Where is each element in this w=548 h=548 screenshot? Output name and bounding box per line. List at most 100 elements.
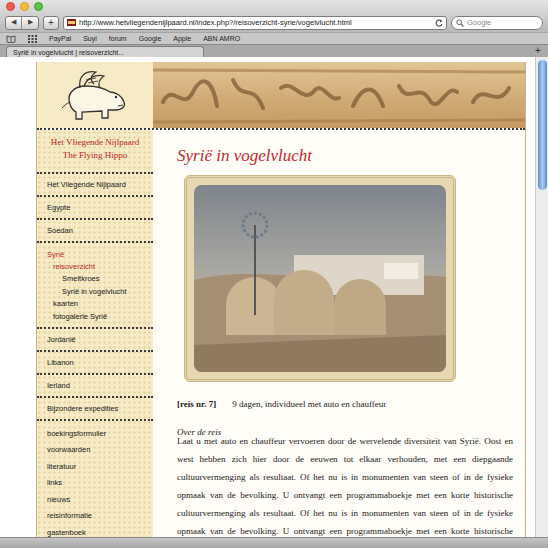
nav-section: Het Vliegende Nijlpaard	[37, 174, 153, 197]
nav-section: Egypte	[37, 197, 153, 220]
nav-section: SyriëreisoverzichtSmeltkroes Syrië in vog…	[37, 243, 153, 329]
relief-carving-icon	[153, 62, 525, 128]
nav-item-label[interactable]: boekingsformulier	[47, 428, 106, 439]
tab-bar: Syrië in vogelvlucht | reisoverzicht... +	[0, 44, 548, 57]
nav-item[interactable]: Het Vliegende Nijlpaard	[37, 174, 153, 195]
bookmark-item[interactable]: Apple	[173, 35, 191, 42]
nav-item[interactable]: links	[37, 475, 153, 492]
nav-section: Libanon	[37, 352, 153, 375]
nav-item-label[interactable]: nieuws	[47, 494, 70, 505]
nav-item-label[interactable]: reisoverzicht	[53, 261, 95, 272]
nav-item-label[interactable]: Soedan	[47, 225, 73, 236]
description-line: Laat u met auto en chauffeur vervoeren d…	[177, 432, 513, 450]
desert-cafe-photo	[194, 185, 446, 372]
bookmark-item[interactable]: Suyi	[83, 35, 97, 42]
trip-description: Laat u met auto en chauffeur vervoeren d…	[177, 432, 513, 537]
forward-button[interactable]: ▶	[22, 17, 38, 29]
trip-summary: 9 dagen, individueel met auto en chauffe…	[232, 398, 386, 410]
page-heading: Syrië in vogelvlucht	[177, 130, 513, 166]
tab-label[interactable]: Syrië in vogelvlucht | reisoverzicht...	[13, 49, 124, 56]
site-title-line: The Flying Hippo	[37, 149, 153, 162]
nav-section: Bijzondere expedities	[37, 398, 153, 421]
add-bookmark-button[interactable]: +	[43, 16, 59, 30]
nav-item-label[interactable]: Smeltkroes	[62, 273, 100, 284]
nav-item[interactable]: Bijzondere expedities	[37, 398, 153, 419]
photo-frame	[184, 175, 456, 382]
nav-item[interactable]: fotogalerie Syrië	[37, 310, 153, 322]
hippo-icon	[56, 66, 134, 124]
nav-item[interactable]: boekingsformulier	[37, 425, 153, 442]
site-title-line: Het Vliegende Nijlpaard	[37, 136, 153, 149]
trip-number: [reis nr. 7]	[177, 398, 216, 410]
site-container: Het Vliegende NijlpaardThe Flying HippoH…	[36, 62, 526, 537]
history-buttons: ◀▶	[5, 16, 39, 30]
description-line: opmaak van de bevolking. U ontvangt een …	[177, 486, 513, 504]
nav-item-label[interactable]: literatuur	[47, 461, 76, 472]
zoom-button[interactable]	[34, 2, 43, 11]
nav-item[interactable]: Egypte	[37, 197, 153, 218]
description-line: west hebben zich hier door de eeuwen tot…	[177, 450, 513, 468]
article: Syrië in vogelvlucht [reis nr. 7] 9 dagen,…	[153, 130, 525, 537]
bookmark-item[interactable]: Google	[139, 35, 162, 42]
browser-window: ◀▶ + http://www.hetvliegendenijlpaard.nl/i…	[0, 0, 548, 548]
nav-item-label[interactable]: Ierland	[47, 380, 70, 391]
url-text[interactable]: http://www.hetvliegendenijlpaard.nl/inde…	[79, 17, 432, 28]
trip-info: [reis nr. 7] 9 dagen, individueel met aut…	[177, 398, 513, 410]
nav-item[interactable]: Smeltkroes	[37, 273, 153, 285]
nav-item[interactable]: gastenboek	[37, 524, 153, 537]
back-button[interactable]: ◀	[6, 17, 22, 29]
nav-section: Soedan	[37, 220, 153, 243]
nav-item[interactable]: voorwaarden	[37, 442, 153, 459]
description-line: opmaak van de bevolking. U ontvangt een …	[177, 522, 513, 537]
top-sites-grid-icon	[28, 35, 37, 43]
nav-item-label[interactable]: fotogalerie Syrië	[53, 311, 107, 322]
magnifier-icon	[456, 19, 464, 27]
nav-item[interactable]: Soedan	[37, 220, 153, 241]
nav-item[interactable]: nieuws	[37, 491, 153, 508]
new-tab-button[interactable]: +	[532, 45, 544, 57]
nav-item-label[interactable]: gastenboek	[47, 527, 86, 537]
nav-item-label[interactable]: Egypte	[47, 202, 70, 213]
nav-section: Ierland	[37, 375, 153, 398]
address-field[interactable]: http://www.hetvliegendenijlpaard.nl/inde…	[63, 16, 447, 30]
nav-item-label[interactable]: Jordanië	[47, 334, 76, 345]
nav-item-label[interactable]: voorwaarden	[47, 444, 90, 455]
minimize-button[interactable]	[20, 2, 29, 11]
search-placeholder[interactable]: Google	[467, 17, 491, 28]
scrollbar-thumb[interactable]	[538, 60, 547, 190]
nav-item[interactable]: literatuur	[37, 458, 153, 475]
nav-item-label[interactable]: Het Vliegende Nijlpaard	[47, 179, 126, 190]
description-line: cultuurvermenging als resultaat. Of het …	[177, 504, 513, 522]
nav-item[interactable]: Libanon	[37, 352, 153, 373]
nav-item-label[interactable]: Syrië in vogelvlucht	[62, 286, 127, 297]
toolbar: ◀▶ + http://www.hetvliegendenijlpaard.nl/i…	[0, 0, 548, 32]
close-button[interactable]	[6, 2, 15, 11]
browser-tab[interactable]: Syrië in vogelvlucht | reisoverzicht...	[6, 46, 204, 57]
nav-section: Jordanië	[37, 329, 153, 352]
nav-section: boekingsformulier voorwaarden literatuur li…	[37, 421, 153, 537]
nav-item[interactable]: Jordanië	[37, 329, 153, 350]
nav-item[interactable]: Syrië in vogelvlucht	[37, 285, 153, 297]
nav-item[interactable]: kaarten	[37, 298, 153, 310]
nav-item[interactable]: reisoverzicht	[37, 260, 153, 272]
reload-icon	[435, 19, 443, 27]
bookmark-item[interactable]: PayPal	[49, 35, 71, 42]
nav-item[interactable]: Syrië	[37, 248, 153, 260]
description-line: cultuurvermenging als resultaat. Of het …	[177, 468, 513, 486]
nav-item-label[interactable]: reisinformatie	[47, 510, 92, 521]
nav-item-label[interactable]: Bijzondere expedities	[47, 403, 118, 414]
nav-item-label[interactable]: Libanon	[47, 357, 74, 368]
bookmark-item[interactable]: forum	[109, 35, 127, 42]
nav-item-label[interactable]: links	[47, 477, 62, 488]
bookmarks-bar: PayPal Suyi forum Google Apple ABN AMRO	[0, 32, 548, 44]
nav-item-label[interactable]: kaarten	[53, 298, 78, 309]
status-bar	[0, 537, 548, 548]
nav-item[interactable]: reisinformatie	[37, 508, 153, 525]
search-field[interactable]: Google	[451, 16, 543, 30]
scrollbar[interactable]	[535, 57, 548, 537]
site-header	[37, 62, 525, 130]
nav-item-label[interactable]: Syrië	[47, 249, 64, 260]
site-favicon-icon	[67, 19, 76, 26]
bookmark-item[interactable]: ABN AMRO	[203, 35, 240, 42]
nav-item[interactable]: Ierland	[37, 375, 153, 396]
